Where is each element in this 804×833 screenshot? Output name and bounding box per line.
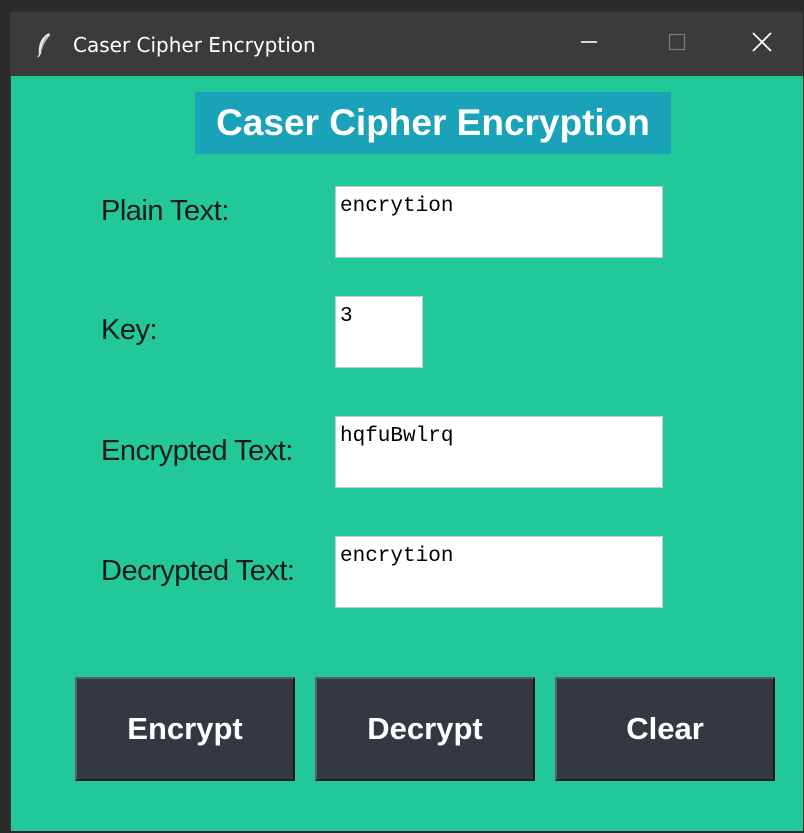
key-input[interactable]: 3	[335, 296, 423, 368]
plain-text-label: Plain Text:	[101, 195, 229, 227]
maximize-button[interactable]	[633, 12, 721, 76]
title-bar[interactable]: Caser Cipher Encryption	[11, 12, 803, 76]
close-icon	[751, 31, 773, 58]
encrypted-text-label: Encrypted Text:	[101, 435, 293, 467]
minimize-icon	[579, 32, 599, 57]
decrypted-text-output[interactable]: encrytion	[335, 536, 663, 608]
encrypted-text-output[interactable]: hqfuBwlrq	[335, 416, 663, 488]
minimize-button[interactable]	[545, 12, 633, 76]
decrypted-text-label: Decrypted Text:	[101, 555, 295, 587]
clear-button[interactable]: Clear	[555, 677, 775, 781]
window-title: Caser Cipher Encryption	[73, 33, 316, 57]
maximize-icon	[667, 32, 687, 57]
app-heading: Caser Cipher Encryption	[195, 92, 671, 154]
key-label: Key:	[101, 314, 158, 346]
decrypt-button[interactable]: Decrypt	[315, 677, 535, 781]
close-button[interactable]	[721, 12, 803, 76]
app-window: Caser Cipher Encryption Caser Cipher Enc…	[10, 12, 803, 831]
feather-icon	[35, 32, 53, 58]
encrypt-button[interactable]: Encrypt	[75, 677, 295, 781]
plain-text-input[interactable]: encrytion	[335, 186, 663, 258]
